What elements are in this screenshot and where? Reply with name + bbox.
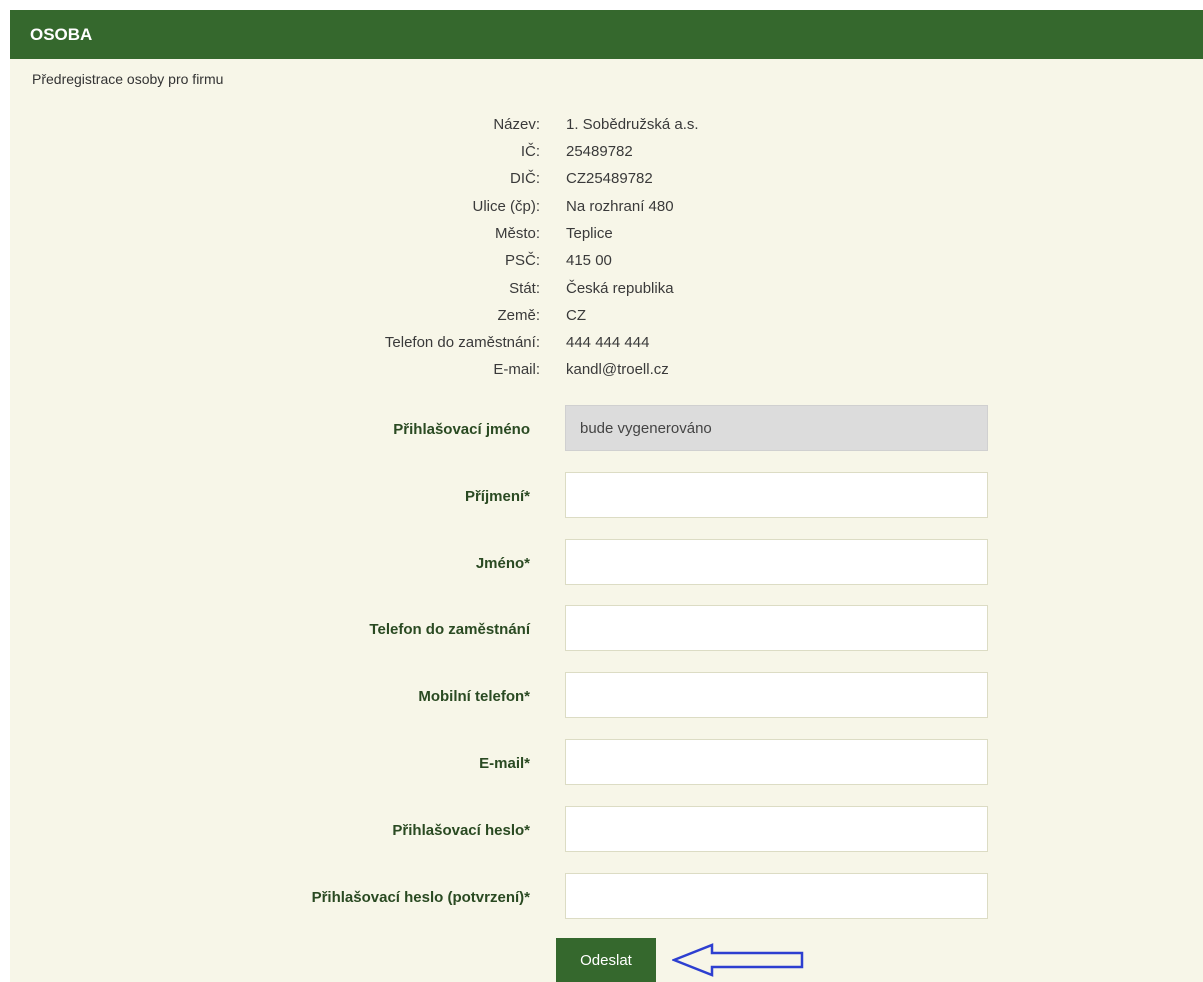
- login-name-field: [565, 405, 988, 451]
- info-label: DIČ:: [510, 170, 540, 187]
- info-value: Česká republika: [566, 280, 674, 297]
- submit-button[interactable]: Odeslat: [556, 938, 656, 982]
- first-name-label: Jméno*: [475, 555, 530, 572]
- first-name-field[interactable]: [565, 539, 988, 585]
- info-row-ic: IČ: 25489782: [10, 143, 1203, 165]
- info-label: PSČ:: [504, 252, 540, 269]
- info-row-city: Město: Teplice: [10, 225, 1203, 247]
- info-row-name: Název: 1. Sobědružská a.s.: [10, 116, 1203, 138]
- password-field[interactable]: [565, 806, 988, 852]
- info-label: Stát:: [509, 280, 540, 297]
- info-label: Telefon do zaměstnání:: [384, 334, 540, 351]
- info-label: Město:: [494, 225, 540, 242]
- info-row-zip: PSČ: 415 00: [10, 252, 1203, 274]
- info-label: IČ:: [520, 143, 540, 160]
- mobile-phone-label: Mobilní telefon*: [418, 688, 530, 705]
- surname-field[interactable]: [565, 472, 988, 518]
- password-confirm-label: Přihlašovací heslo (potvrzení)*: [311, 889, 530, 906]
- info-value: 1. Sobědružská a.s.: [566, 116, 699, 133]
- info-label: Název:: [493, 116, 540, 133]
- panel-title: OSOBA: [10, 10, 1203, 59]
- person-panel: OSOBA Předregistrace osoby pro firmu Náz…: [10, 10, 1203, 982]
- mobile-phone-field[interactable]: [565, 672, 988, 718]
- info-label: E-mail:: [493, 361, 540, 378]
- work-phone-field[interactable]: [565, 605, 988, 651]
- password-label: Přihlašovací heslo*: [392, 822, 530, 839]
- info-row-street: Ulice (čp): Na rozhraní 480: [10, 198, 1203, 220]
- panel-subtitle: Předregistrace osoby pro firmu: [32, 71, 224, 87]
- email-field[interactable]: [565, 739, 988, 785]
- info-value: kandl@troell.cz: [566, 361, 669, 378]
- email-label: E-mail*: [479, 755, 530, 772]
- info-value: 415 00: [566, 252, 612, 269]
- info-row-country: Země: CZ: [10, 307, 1203, 329]
- surname-label: Příjmení*: [464, 488, 530, 505]
- work-phone-label: Telefon do zaměstnání: [369, 621, 530, 638]
- info-row-dic: DIČ: CZ25489782: [10, 170, 1203, 192]
- password-confirm-field[interactable]: [565, 873, 988, 919]
- info-label: Země:: [497, 307, 540, 324]
- arrow-left-icon: [672, 943, 804, 977]
- login-name-label: Přihlašovací jméno: [393, 421, 530, 438]
- info-value: CZ: [566, 307, 586, 324]
- info-value: Teplice: [566, 225, 613, 242]
- info-value: 25489782: [566, 143, 633, 160]
- info-value: Na rozhraní 480: [566, 198, 674, 215]
- info-value: CZ25489782: [566, 170, 653, 187]
- info-row-email: E-mail: kandl@troell.cz: [10, 361, 1203, 383]
- info-row-state: Stát: Česká republika: [10, 280, 1203, 302]
- info-row-work-phone: Telefon do zaměstnání: 444 444 444: [10, 334, 1203, 356]
- info-label: Ulice (čp):: [472, 198, 540, 215]
- info-value: 444 444 444: [566, 334, 650, 351]
